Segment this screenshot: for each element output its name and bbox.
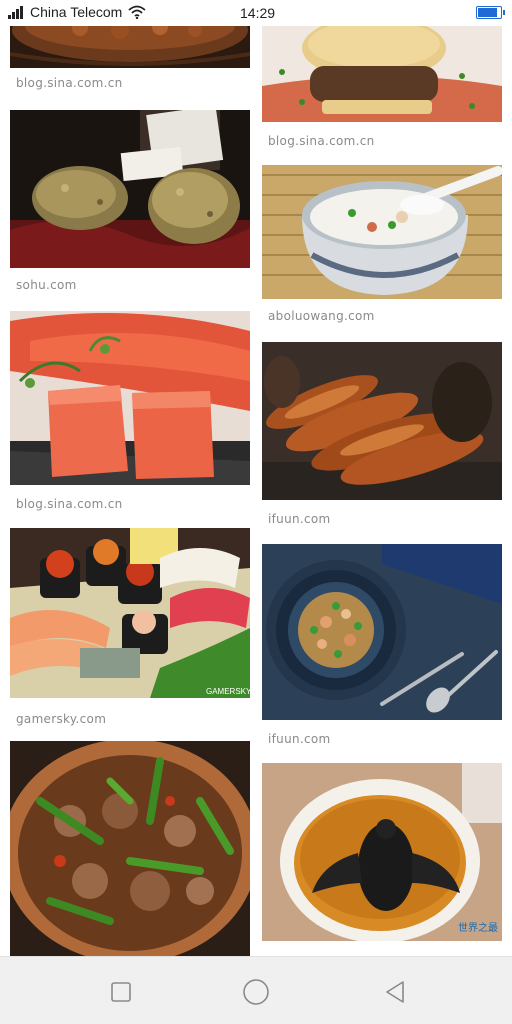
result-source[interactable]: ifuun.com bbox=[268, 512, 331, 526]
image-results-grid[interactable]: blog.sina.com.cn sohu.com blog.sina.com.… bbox=[0, 26, 512, 956]
result-source[interactable]: ifuun.com bbox=[268, 732, 331, 746]
result-card[interactable]: GAMERSKY gamersky.com bbox=[10, 528, 250, 728]
result-source[interactable]: blog.sina.com.cn bbox=[16, 76, 123, 90]
triangle-back-icon bbox=[386, 981, 404, 1003]
result-card[interactable] bbox=[10, 741, 250, 956]
result-image-sushi[interactable]: GAMERSKY bbox=[10, 528, 250, 698]
home-button[interactable] bbox=[241, 977, 271, 1007]
circle-home-icon bbox=[243, 979, 269, 1005]
wifi-icon bbox=[128, 5, 146, 19]
result-card[interactable]: blog.sina.com.cn bbox=[262, 26, 502, 156]
result-card[interactable]: 世界之最 bbox=[262, 763, 502, 956]
navigation-bar bbox=[0, 956, 512, 1024]
signal-icon bbox=[8, 5, 24, 19]
result-image-truffles[interactable] bbox=[10, 110, 250, 268]
result-source[interactable]: aboluowang.com bbox=[268, 309, 375, 323]
result-image-congee[interactable] bbox=[262, 165, 502, 299]
square-recent-apps-icon bbox=[111, 982, 131, 1002]
result-source[interactable]: sohu.com bbox=[16, 278, 77, 292]
result-image-stir-fry[interactable] bbox=[10, 741, 250, 956]
result-source[interactable]: gamersky.com bbox=[16, 712, 106, 726]
watermark-text: GAMERSKY bbox=[206, 687, 250, 696]
watermark-text: 世界之最 bbox=[458, 921, 498, 934]
clock: 14:29 bbox=[240, 5, 276, 21]
result-card[interactable]: aboluowang.com bbox=[262, 165, 502, 335]
result-image-roasted[interactable] bbox=[262, 342, 502, 500]
result-image-cod-roe[interactable] bbox=[10, 311, 250, 485]
result-source[interactable]: blog.sina.com.cn bbox=[16, 497, 123, 511]
result-image-bat-soup[interactable]: 世界之最 bbox=[262, 763, 502, 941]
result-image-burger[interactable] bbox=[262, 26, 502, 122]
result-card[interactable]: blog.sina.com.cn bbox=[10, 311, 250, 511]
battery-icon bbox=[476, 6, 505, 19]
battery-level bbox=[478, 8, 497, 17]
carrier-name: China Telecom bbox=[30, 4, 123, 20]
back-button[interactable] bbox=[380, 977, 410, 1007]
result-image-soup-cutlery[interactable] bbox=[262, 544, 502, 720]
result-card[interactable]: ifuun.com bbox=[262, 342, 502, 542]
result-card[interactable]: sohu.com bbox=[10, 110, 250, 310]
result-source[interactable]: blog.sina.com.cn bbox=[268, 134, 375, 148]
result-image-braised-dish[interactable] bbox=[10, 26, 250, 68]
recent-apps-button[interactable] bbox=[106, 977, 136, 1007]
result-card[interactable]: ifuun.com bbox=[262, 544, 502, 764]
status-bar: China Telecom 14:29 bbox=[0, 0, 512, 26]
